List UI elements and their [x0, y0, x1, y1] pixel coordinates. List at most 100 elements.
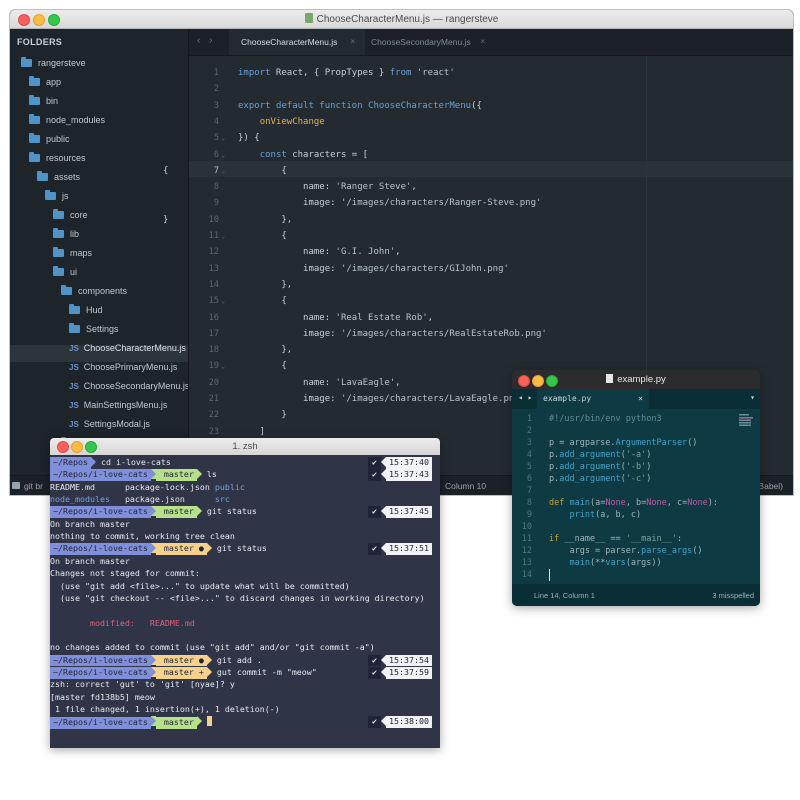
- code-line: name: 'G.I. John',: [238, 247, 401, 258]
- tab-close-icon[interactable]: ×: [350, 29, 355, 55]
- fold-chevron-icon[interactable]: ⌄: [221, 130, 225, 146]
- output-line: [master fd138b5] meow: [50, 691, 155, 702]
- text-cursor: [549, 569, 550, 581]
- terminal-titlebar: 1. zsh: [50, 438, 440, 455]
- sidebar-folder-item[interactable]: Hud: [69, 302, 103, 318]
- code-line: const characters = [: [259, 149, 369, 160]
- folder-icon: [21, 57, 32, 67]
- line-number: 5 ⌄: [189, 130, 225, 146]
- sidebar-file-item[interactable]: JS MainSettingsMenu.js: [69, 397, 167, 413]
- fold-chevron-icon[interactable]: ⌄: [221, 358, 225, 374]
- sidebar-item-label: bin: [46, 96, 59, 106]
- prompt-path: ~/Repos/i-love-cats: [50, 717, 151, 729]
- sidebar-item-label: resources: [46, 153, 86, 163]
- line-number: 16: [208, 312, 219, 323]
- time-label: 15:38:00: [386, 716, 432, 728]
- prompt-git-branch: master: [155, 469, 197, 481]
- time-label: 15:37:45: [386, 506, 432, 518]
- python-status-bar: Line 14, Column 1 3 misspelled: [512, 584, 760, 606]
- code-line: }) {: [238, 133, 260, 144]
- sidebar-file-item[interactable]: JS ChooseCharacterMenu.js: [69, 340, 186, 356]
- code-line: }: [238, 410, 287, 421]
- sidebar-folder-item[interactable]: js: [45, 188, 69, 204]
- check-icon: ✔: [368, 716, 382, 728]
- fold-chevron-icon[interactable]: ⌄: [221, 147, 225, 163]
- prompt-git-branch: master +: [155, 666, 207, 679]
- bracket-marker-icon: }: [163, 214, 169, 225]
- sidebar-folder-item[interactable]: app: [29, 74, 61, 90]
- tab-close-icon[interactable]: ×: [480, 29, 485, 55]
- sidebar-folder-item[interactable]: node_modules: [29, 112, 105, 128]
- tab-label: ChooseSecondaryMenu.js: [371, 37, 471, 47]
- line-number: 4: [526, 450, 532, 460]
- prompt-path: ~/Repos: [50, 457, 91, 469]
- cursor-position-status: Line 14, Column 1: [534, 591, 595, 600]
- line-number: 21: [208, 394, 219, 404]
- line-number: 13: [521, 558, 532, 568]
- output-line: 1 file changed, 1 insertion(+), 1 deleti…: [50, 704, 280, 714]
- folder-icon: [53, 228, 64, 238]
- sidebar-file-item[interactable]: JS ChooseSecondaryMenu.js: [69, 378, 188, 394]
- tab-close-icon[interactable]: ×: [638, 389, 643, 409]
- line-number: 14: [208, 279, 219, 290]
- code-line: {: [238, 231, 287, 241]
- sidebar-folder-item[interactable]: bin: [29, 93, 58, 109]
- prompt-path: ~/Repos/i-love-cats: [50, 666, 151, 679]
- python-tab-bar: ◂ ▸ example.py × ▾: [512, 389, 760, 409]
- terminal-title: 1. zsh: [232, 441, 258, 452]
- tab-choose-secondary-menu[interactable]: ChooseSecondaryMenu.js ×: [359, 29, 495, 55]
- tab-menu-chevron-icon[interactable]: ▾: [750, 393, 755, 402]
- sidebar-folder-item[interactable]: public: [29, 131, 70, 147]
- sidebar-folder-item[interactable]: core: [53, 207, 88, 223]
- sidebar-folder-item[interactable]: resources: [29, 150, 86, 166]
- spellcheck-status[interactable]: 3 misspelled: [712, 591, 754, 600]
- sidebar-folder-item[interactable]: rangersteve: [21, 55, 86, 71]
- sidebar-folder-item[interactable]: components: [61, 283, 127, 299]
- folder-icon: [29, 114, 40, 124]
- typed-command: ls: [201, 469, 217, 480]
- js-file-icon: JS: [69, 382, 79, 391]
- line-number: 10: [521, 522, 532, 532]
- sidebar-item-label: Settings: [86, 324, 119, 334]
- sidebar-heading: FOLDERS: [17, 37, 63, 47]
- minimap[interactable]: [739, 413, 755, 427]
- tab-nav-arrows-icon[interactable]: ◂ ▸: [518, 393, 532, 402]
- fold-chevron-icon[interactable]: ⌄: [221, 163, 225, 179]
- prompt-git-branch: master ●: [155, 543, 207, 556]
- sidebar-item-label: Hud: [86, 305, 103, 315]
- output-line: On branch master: [50, 555, 130, 566]
- code-line: name: 'Real Estate Rob',: [238, 312, 434, 323]
- line-number: 12: [208, 247, 219, 258]
- tab-nav-arrows-icon[interactable]: ‹ ›: [197, 35, 215, 46]
- tab-choose-character-menu[interactable]: ChooseCharacterMenu.js ×: [229, 29, 365, 55]
- sidebar-folder-item[interactable]: lib: [53, 226, 79, 242]
- output-line: nothing to commit, working tree clean: [50, 531, 235, 542]
- line-number: 17: [208, 328, 219, 339]
- ls-entry: node_modules: [50, 494, 125, 505]
- prompt-path: ~/Repos/i-love-cats: [50, 469, 151, 481]
- window-title: ChooseCharacterMenu.js — rangersteve: [10, 13, 793, 25]
- time-label: 15:37:40: [386, 457, 432, 469]
- sidebar-folder-item[interactable]: maps: [53, 245, 92, 261]
- code-line: p.add_argument('-c'): [549, 474, 652, 484]
- typed-command: gut commit -m "meow": [211, 666, 317, 677]
- sidebar-file-item[interactable]: JS SettingsModal.js: [69, 416, 150, 432]
- folder-icon: [53, 266, 64, 276]
- check-icon: ✔: [368, 469, 382, 481]
- sidebar-folder-item[interactable]: ui: [53, 264, 77, 280]
- sidebar-folder-item[interactable]: Settings: [69, 321, 119, 337]
- line-number: 2: [213, 84, 219, 95]
- sidebar-file-item[interactable]: JS ChoosePrimaryMenu.js: [69, 359, 177, 375]
- line-number: 15 ⌄: [189, 293, 225, 309]
- drive-icon: [12, 482, 20, 489]
- output-line: (use "git add <file>..." to update what …: [50, 580, 350, 591]
- code-line: {: [238, 361, 287, 372]
- fold-chevron-icon[interactable]: ⌄: [221, 228, 225, 244]
- sidebar-folder-item[interactable]: assets: [37, 169, 80, 185]
- fold-chevron-icon[interactable]: ⌄: [221, 293, 225, 309]
- code-line: #!/usr/bin/env python3: [549, 414, 662, 424]
- folder-icon: [37, 171, 48, 181]
- check-icon: ✔: [368, 654, 382, 667]
- git-branch-status[interactable]: git br: [10, 481, 43, 491]
- tab-example-py[interactable]: example.py ×: [537, 389, 649, 409]
